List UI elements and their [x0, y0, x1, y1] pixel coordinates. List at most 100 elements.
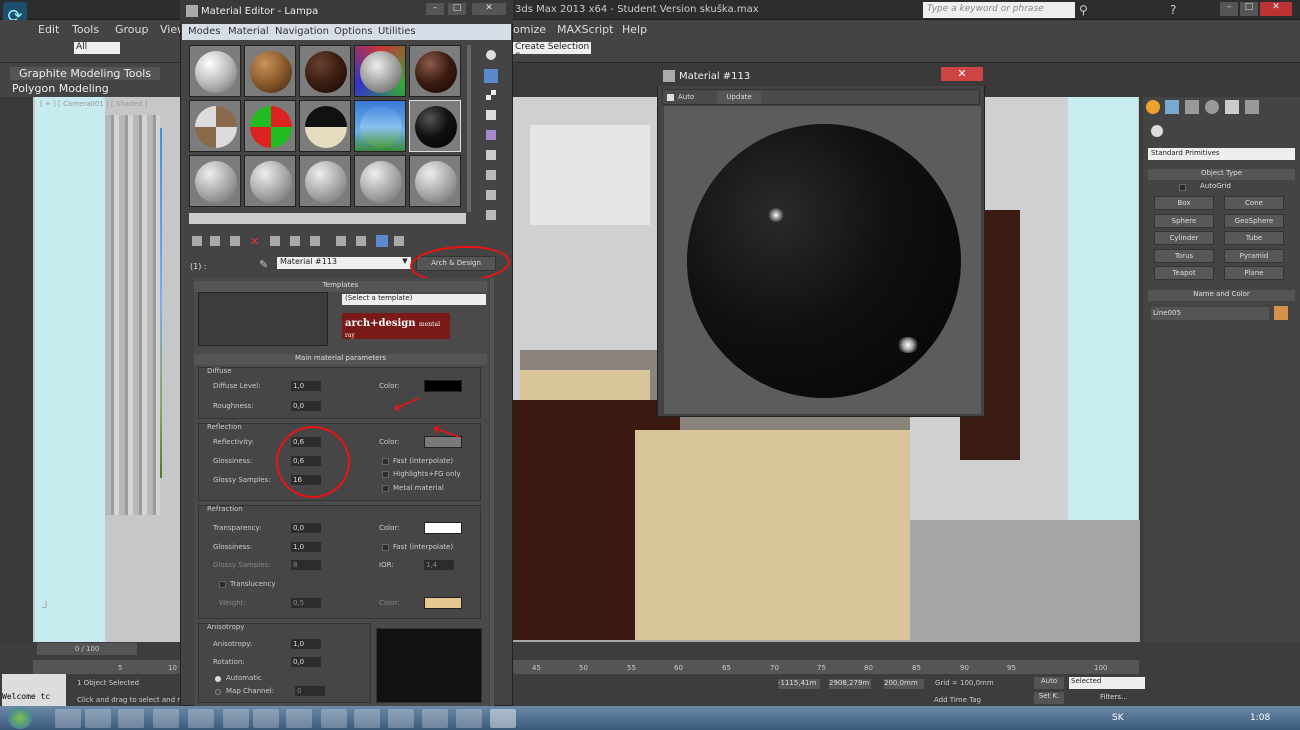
sample-slot[interactable]	[244, 100, 296, 152]
object-type-header[interactable]: Object Type	[1148, 169, 1295, 180]
start-button[interactable]	[8, 707, 32, 729]
torrent-taskbar-icon[interactable]	[354, 709, 380, 728]
coord-x-field[interactable]: -1115,41m	[778, 679, 820, 689]
menu-maxscript[interactable]: MAXScript	[557, 23, 613, 36]
pyramid-button[interactable]: Pyramid	[1224, 249, 1284, 263]
translucency-color-swatch[interactable]	[424, 597, 462, 609]
select-filter-dropdown[interactable]: All	[74, 42, 120, 54]
create-tab-icon[interactable]	[1146, 100, 1160, 114]
utilities-tab-icon[interactable]	[1245, 100, 1259, 114]
app2-taskbar-icon[interactable]	[388, 709, 414, 728]
editor-maximize-button[interactable]: □	[448, 3, 466, 15]
set-key-button[interactable]: Set K.	[1034, 692, 1064, 704]
sample-slot-active[interactable]	[409, 100, 461, 152]
menu-customize[interactable]: omize	[513, 23, 546, 36]
metal-material-checkbox[interactable]	[382, 485, 389, 492]
viewport-label[interactable]: [ + ] [ Camera001 ] [ Shaded ]	[40, 100, 147, 108]
material-navigator-icon[interactable]	[486, 210, 496, 220]
sample-slot[interactable]	[409, 45, 461, 97]
diffuse-color-swatch[interactable]	[424, 380, 462, 392]
map-channel-radio[interactable]	[215, 689, 221, 695]
tube-button[interactable]: Tube	[1224, 231, 1284, 245]
refr-fast-checkbox[interactable]	[382, 544, 389, 551]
object-color-swatch[interactable]	[1274, 306, 1288, 320]
options-icon[interactable]	[486, 170, 496, 180]
sample-slot[interactable]	[354, 155, 406, 207]
slots-horizontal-scrollbar[interactable]	[189, 213, 466, 224]
me-menu-utilities[interactable]: Utilities	[378, 26, 416, 37]
select-by-material-icon[interactable]	[486, 190, 496, 200]
template-dropdown[interactable]: (Select a template)	[342, 294, 486, 305]
ie-taskbar-icon[interactable]	[55, 709, 81, 728]
preview-close-button[interactable]: ✕	[941, 67, 983, 81]
menu-edit[interactable]: Edit	[38, 23, 59, 36]
explorer-taskbar-icon[interactable]	[85, 709, 111, 728]
me-menu-options[interactable]: Options	[334, 26, 373, 37]
fast-interpolate-checkbox[interactable]	[382, 458, 389, 465]
ior-spinner[interactable]: 1,4	[424, 560, 454, 570]
hierarchy-tab-icon[interactable]	[1185, 100, 1199, 114]
sample-type-icon[interactable]	[486, 50, 496, 60]
motion-tab-icon[interactable]	[1205, 100, 1219, 114]
modify-tab-icon[interactable]	[1165, 100, 1179, 114]
map-channel-spinner[interactable]: 0	[295, 686, 325, 696]
sample-slot[interactable]	[244, 155, 296, 207]
menu-tools[interactable]: Tools	[72, 23, 99, 36]
maximize-button[interactable]: □	[1240, 2, 1258, 16]
cone-button[interactable]: Cone	[1224, 196, 1284, 210]
transparency-spinner[interactable]: 0,0	[291, 523, 321, 533]
polygon-modeling-tab[interactable]: Polygon Modeling	[12, 82, 109, 95]
sample-slot[interactable]	[244, 45, 296, 97]
minimize-button[interactable]: –	[1220, 2, 1238, 16]
roughness-spinner[interactable]: 0,0	[291, 401, 321, 411]
primitives-dropdown[interactable]: Standard Primitives	[1148, 148, 1295, 160]
make-preview-icon[interactable]	[486, 150, 496, 160]
diffuse-level-spinner[interactable]: 1,0	[291, 381, 321, 391]
refr-glossiness-spinner[interactable]: 1,0	[291, 542, 321, 552]
torus-button[interactable]: Torus	[1154, 249, 1214, 263]
sample-slot[interactable]	[299, 155, 351, 207]
reset-material-icon[interactable]: ✕	[250, 235, 259, 248]
weight-spinner[interactable]: 0,5	[291, 598, 321, 608]
show-map-icon[interactable]	[356, 236, 366, 246]
sample-slot[interactable]	[409, 155, 461, 207]
graphite-modeling-tab[interactable]: Graphite Modeling Tools	[10, 67, 160, 80]
close-button[interactable]: ✕	[1260, 2, 1292, 16]
backlight-icon[interactable]	[484, 69, 498, 83]
object-name-field[interactable]: Line005	[1151, 307, 1269, 320]
video-color-icon[interactable]	[486, 130, 496, 140]
sample-slot[interactable]	[299, 45, 351, 97]
media-taskbar-icon[interactable]	[118, 709, 144, 728]
notes-taskbar-icon[interactable]	[253, 709, 279, 728]
autogrid-checkbox[interactable]	[1179, 184, 1186, 191]
me-menu-material[interactable]: Material	[228, 26, 269, 37]
pick-material-icon[interactable]: ✎	[259, 258, 268, 271]
time-slider[interactable]: 0 / 100	[37, 643, 137, 655]
refraction-color-swatch[interactable]	[424, 522, 462, 534]
preview-titlebar[interactable]: Material #113	[657, 66, 985, 86]
display-tab-icon[interactable]	[1225, 100, 1239, 114]
params-scrollbar[interactable]	[490, 278, 494, 706]
language-indicator[interactable]: SK	[1112, 713, 1124, 723]
refr-samples-spinner[interactable]: 8	[291, 560, 321, 570]
sample-slot[interactable]	[354, 45, 406, 97]
name-color-header[interactable]: Name and Color	[1148, 290, 1295, 301]
cylinder-button[interactable]: Cylinder	[1154, 231, 1214, 245]
show-end-result-icon[interactable]	[376, 235, 388, 247]
templates-rollout-header[interactable]: Templates	[194, 281, 487, 292]
menu-help[interactable]: Help	[622, 23, 647, 36]
auto-key-button[interactable]: Auto	[1034, 677, 1064, 689]
auto-checkbox[interactable]	[667, 94, 674, 101]
editor-close-button[interactable]: ✕	[472, 3, 506, 15]
max-taskbar-icon[interactable]	[490, 709, 516, 728]
highlights-fg-checkbox[interactable]	[382, 471, 389, 478]
menu-group[interactable]: Group	[115, 23, 149, 36]
maxscript-listener[interactable]: Welcome tc	[2, 674, 66, 706]
translucency-checkbox[interactable]	[219, 581, 226, 588]
key-filter-dropdown[interactable]: Selected	[1069, 677, 1145, 689]
make-unique-icon[interactable]	[290, 236, 300, 246]
me-menu-navigation[interactable]: Navigation	[275, 26, 329, 37]
opera-taskbar-icon[interactable]	[153, 709, 179, 728]
geometry-icon[interactable]	[1151, 125, 1163, 137]
plane-button[interactable]: Plane	[1224, 266, 1284, 280]
